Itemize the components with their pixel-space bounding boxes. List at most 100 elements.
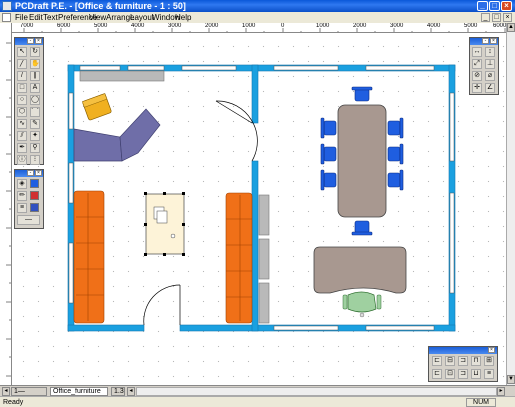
chair[interactable] (323, 146, 337, 162)
pen-color-icon[interactable]: ✏ (17, 191, 27, 201)
menu-view[interactable]: View (89, 12, 106, 23)
maximize-button[interactable]: □ (489, 1, 500, 11)
scroll-right-arrow-icon[interactable]: ▸ (497, 387, 505, 396)
diameter-dimension-icon[interactable]: ⌀ (485, 71, 495, 81)
palette-close-button[interactable]: × (490, 38, 497, 44)
wall-divider-bottom[interactable] (251, 160, 259, 332)
window[interactable] (273, 65, 339, 71)
horizontal-scroll-track[interactable] (136, 387, 497, 396)
align-bottom-icon[interactable]: ⊔ (471, 369, 481, 379)
page-prev-icon[interactable]: ◂ (2, 387, 10, 396)
radius-dimension-icon[interactable]: ⊘ (472, 71, 482, 81)
window[interactable] (181, 65, 237, 71)
window[interactable] (68, 242, 74, 304)
wall-bottom-left[interactable] (67, 324, 145, 332)
sofa-orange-left[interactable] (73, 190, 105, 324)
fill-icon[interactable]: ◈ (17, 179, 27, 189)
menu-edit[interactable]: Edit (29, 12, 43, 23)
distribute-vertical-icon[interactable]: ≡ (484, 369, 494, 379)
align-middle-icon[interactable]: ⊞ (484, 356, 494, 366)
scroll-up-arrow-icon[interactable]: ▲ (507, 23, 515, 32)
doc-close-button[interactable]: × (503, 13, 512, 22)
palette-title-bar[interactable]: - × (15, 38, 43, 45)
hand-icon[interactable]: ✋ (30, 59, 40, 69)
wall-divider-top[interactable] (251, 64, 259, 124)
fill-color-swatch[interactable] (30, 179, 39, 188)
sofa-purple[interactable] (73, 108, 161, 162)
palette-title-bar[interactable]: × (429, 347, 497, 354)
scroll-left-arrow-icon[interactable]: ◂ (127, 387, 135, 396)
palette-title-bar[interactable]: - × (470, 38, 498, 45)
window[interactable] (273, 325, 339, 331)
pen-color-swatch[interactable] (30, 191, 39, 200)
align-right-icon[interactable]: ⊐ (458, 356, 468, 366)
chair[interactable] (323, 172, 337, 188)
distribute-center-icon[interactable]: ⊡ (445, 369, 455, 379)
chair[interactable] (323, 120, 337, 136)
bulb-icon[interactable]: ⓘ (17, 155, 27, 165)
door-swing[interactable] (215, 100, 258, 162)
palette-title-bar[interactable]: - × (15, 170, 43, 177)
align-top-icon[interactable]: ⊓ (471, 356, 481, 366)
armchair[interactable] (81, 93, 112, 121)
window[interactable] (449, 92, 455, 162)
pattern-swatch[interactable] (30, 203, 39, 212)
conference-table[interactable] (337, 104, 387, 218)
line-icon[interactable]: ╱ (17, 59, 27, 69)
line-style-icon[interactable]: — (17, 215, 40, 225)
chair[interactable] (354, 88, 370, 102)
scale-icon[interactable]: ⁝ (30, 155, 40, 165)
window[interactable] (365, 65, 435, 71)
chair[interactable] (354, 220, 370, 234)
ellipse-icon[interactable]: ○ (17, 95, 27, 105)
horizontal-dimension-icon[interactable]: ↔ (472, 47, 482, 57)
parallel-line-icon[interactable]: ∥ (30, 71, 40, 81)
menu-text[interactable]: Text (43, 12, 58, 23)
coffee-table[interactable] (144, 192, 185, 256)
drawing-canvas[interactable]: - × ↖ ↻ ╱ ✋ / ∥ □ A ○ ◯ ⬡ ⌒ ∿ ✎ ⫽ ✦ ✒ ⚲ … (12, 33, 506, 385)
office-desk[interactable] (313, 246, 407, 294)
window[interactable] (79, 65, 121, 71)
cabinet[interactable] (258, 194, 270, 236)
palette-collapse-button[interactable]: - (27, 170, 34, 176)
chair[interactable] (387, 172, 401, 188)
door-swing[interactable] (143, 284, 181, 326)
menu-file[interactable]: File (15, 12, 28, 23)
scroll-down-arrow-icon[interactable]: ▼ (507, 375, 515, 384)
cabinet[interactable] (258, 238, 270, 280)
palette-collapse-button[interactable]: - (27, 38, 34, 44)
page-selector[interactable]: 1— (11, 387, 47, 396)
wall-tool-icon[interactable]: ⫽ (17, 131, 27, 141)
line-weight-icon[interactable]: ≡ (17, 203, 27, 213)
window[interactable] (127, 65, 165, 71)
floor-plan[interactable] (12, 33, 506, 385)
slope-dimension-icon[interactable]: ⤢ (472, 59, 482, 69)
distribute-left-icon[interactable]: ⊏ (432, 369, 442, 379)
polygon-icon[interactable]: ⬡ (17, 107, 27, 117)
rotate-icon[interactable]: ↻ (30, 47, 40, 57)
cabinet-top[interactable] (79, 70, 165, 82)
cabinet[interactable] (258, 282, 270, 324)
perpendicular-dimension-icon[interactable]: ⊥ (485, 59, 495, 69)
menu-help[interactable]: Help (175, 12, 191, 23)
window[interactable] (68, 92, 74, 130)
angle-dimension-icon[interactable]: ∠ (485, 83, 495, 93)
doc-restore-button[interactable]: □ (492, 13, 501, 22)
sofa-orange-right[interactable] (225, 192, 253, 324)
zoom-level[interactable]: 1.3x (111, 387, 125, 396)
close-button[interactable]: × (501, 1, 512, 11)
office-chair[interactable] (342, 291, 382, 318)
node-icon[interactable]: ✦ (30, 131, 40, 141)
doc-minimize-button[interactable]: _ (481, 13, 490, 22)
vertical-dimension-icon[interactable]: ↕ (485, 47, 495, 57)
palette-collapse-button[interactable]: - (482, 38, 489, 44)
chair[interactable] (387, 146, 401, 162)
circle-icon[interactable]: ◯ (30, 95, 40, 105)
palette-close-button[interactable]: × (35, 38, 42, 44)
palette-close-button[interactable]: × (488, 347, 495, 353)
window[interactable] (365, 325, 435, 331)
pen-icon[interactable]: ✒ (17, 143, 27, 153)
eyedropper-icon[interactable]: ⚲ (30, 143, 40, 153)
window[interactable] (68, 162, 74, 204)
curve-icon[interactable]: ∿ (17, 119, 27, 129)
